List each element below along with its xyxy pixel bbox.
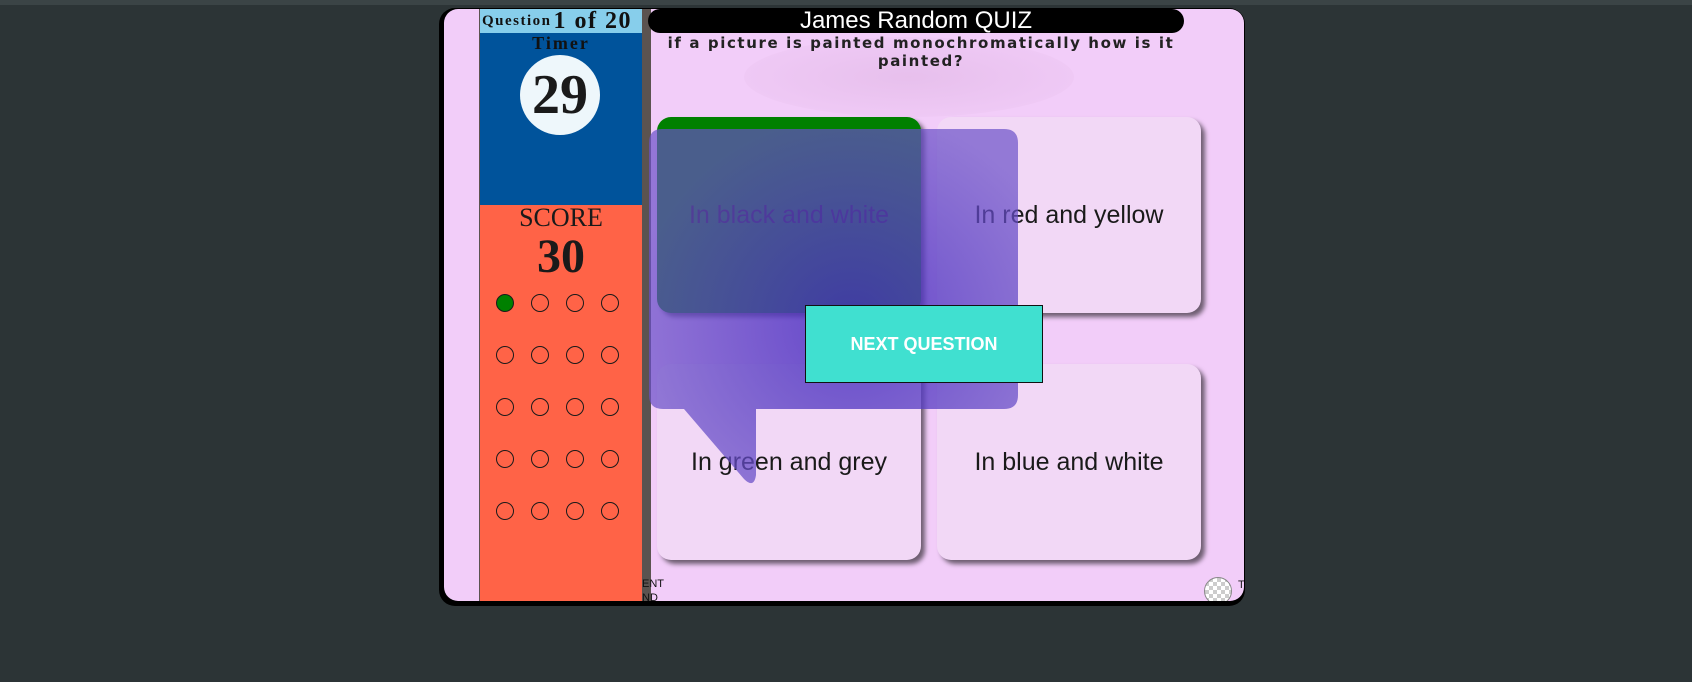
quiz-title: James Random QUIZ <box>648 9 1184 33</box>
progress-dot-8 <box>601 346 619 364</box>
footer-left-text: ENT ND <box>642 577 672 601</box>
progress-dot-13 <box>496 450 514 468</box>
next-question-button[interactable]: NEXT QUESTION <box>805 305 1043 383</box>
progress-dot-20 <box>601 502 619 520</box>
progress-dot-15 <box>566 450 584 468</box>
answer-option-4[interactable]: In blue and white <box>937 364 1201 560</box>
progress-dot-19 <box>566 502 584 520</box>
progress-dots <box>496 294 636 520</box>
progress-dot-3 <box>566 294 584 312</box>
timer-display: 29 <box>520 55 600 135</box>
progress-dot-4 <box>601 294 619 312</box>
answer-option-2[interactable]: In red and yellow <box>937 117 1201 313</box>
progress-dot-10 <box>531 398 549 416</box>
progress-dot-11 <box>566 398 584 416</box>
footer-left-line-1: ENT <box>642 578 664 590</box>
browser-top-edge <box>0 0 1692 5</box>
progress-dot-12 <box>601 398 619 416</box>
progress-dot-2 <box>531 294 549 312</box>
progress-dot-17 <box>496 502 514 520</box>
question-counter-label: Question <box>482 12 552 29</box>
answer-option-3[interactable]: In green and grey <box>657 364 921 560</box>
progress-dot-1 <box>496 294 514 312</box>
question-counter-value: 1 of 20 <box>553 9 633 34</box>
progress-dot-14 <box>531 450 549 468</box>
question-counter: Question 1 of 20 <box>480 9 642 34</box>
question-text: if a picture is painted monochromaticall… <box>667 34 1175 70</box>
progress-dot-6 <box>531 346 549 364</box>
timer-label: Timer <box>532 33 590 53</box>
progress-dot-5 <box>496 346 514 364</box>
score-value: 30 <box>537 230 585 283</box>
footer-right-text: T <box>1238 579 1244 591</box>
answer-option-1[interactable]: In black and white <box>657 117 921 313</box>
sound-toggle-icon[interactable] <box>1204 577 1232 601</box>
quiz-panel: Question 1 of 20 Timer 29 SCORE 30 James… <box>444 9 1244 601</box>
footer-left-line-2: ND <box>642 592 658 601</box>
progress-dot-16 <box>601 450 619 468</box>
progress-dot-7 <box>566 346 584 364</box>
progress-dot-9 <box>496 398 514 416</box>
progress-dot-18 <box>531 502 549 520</box>
